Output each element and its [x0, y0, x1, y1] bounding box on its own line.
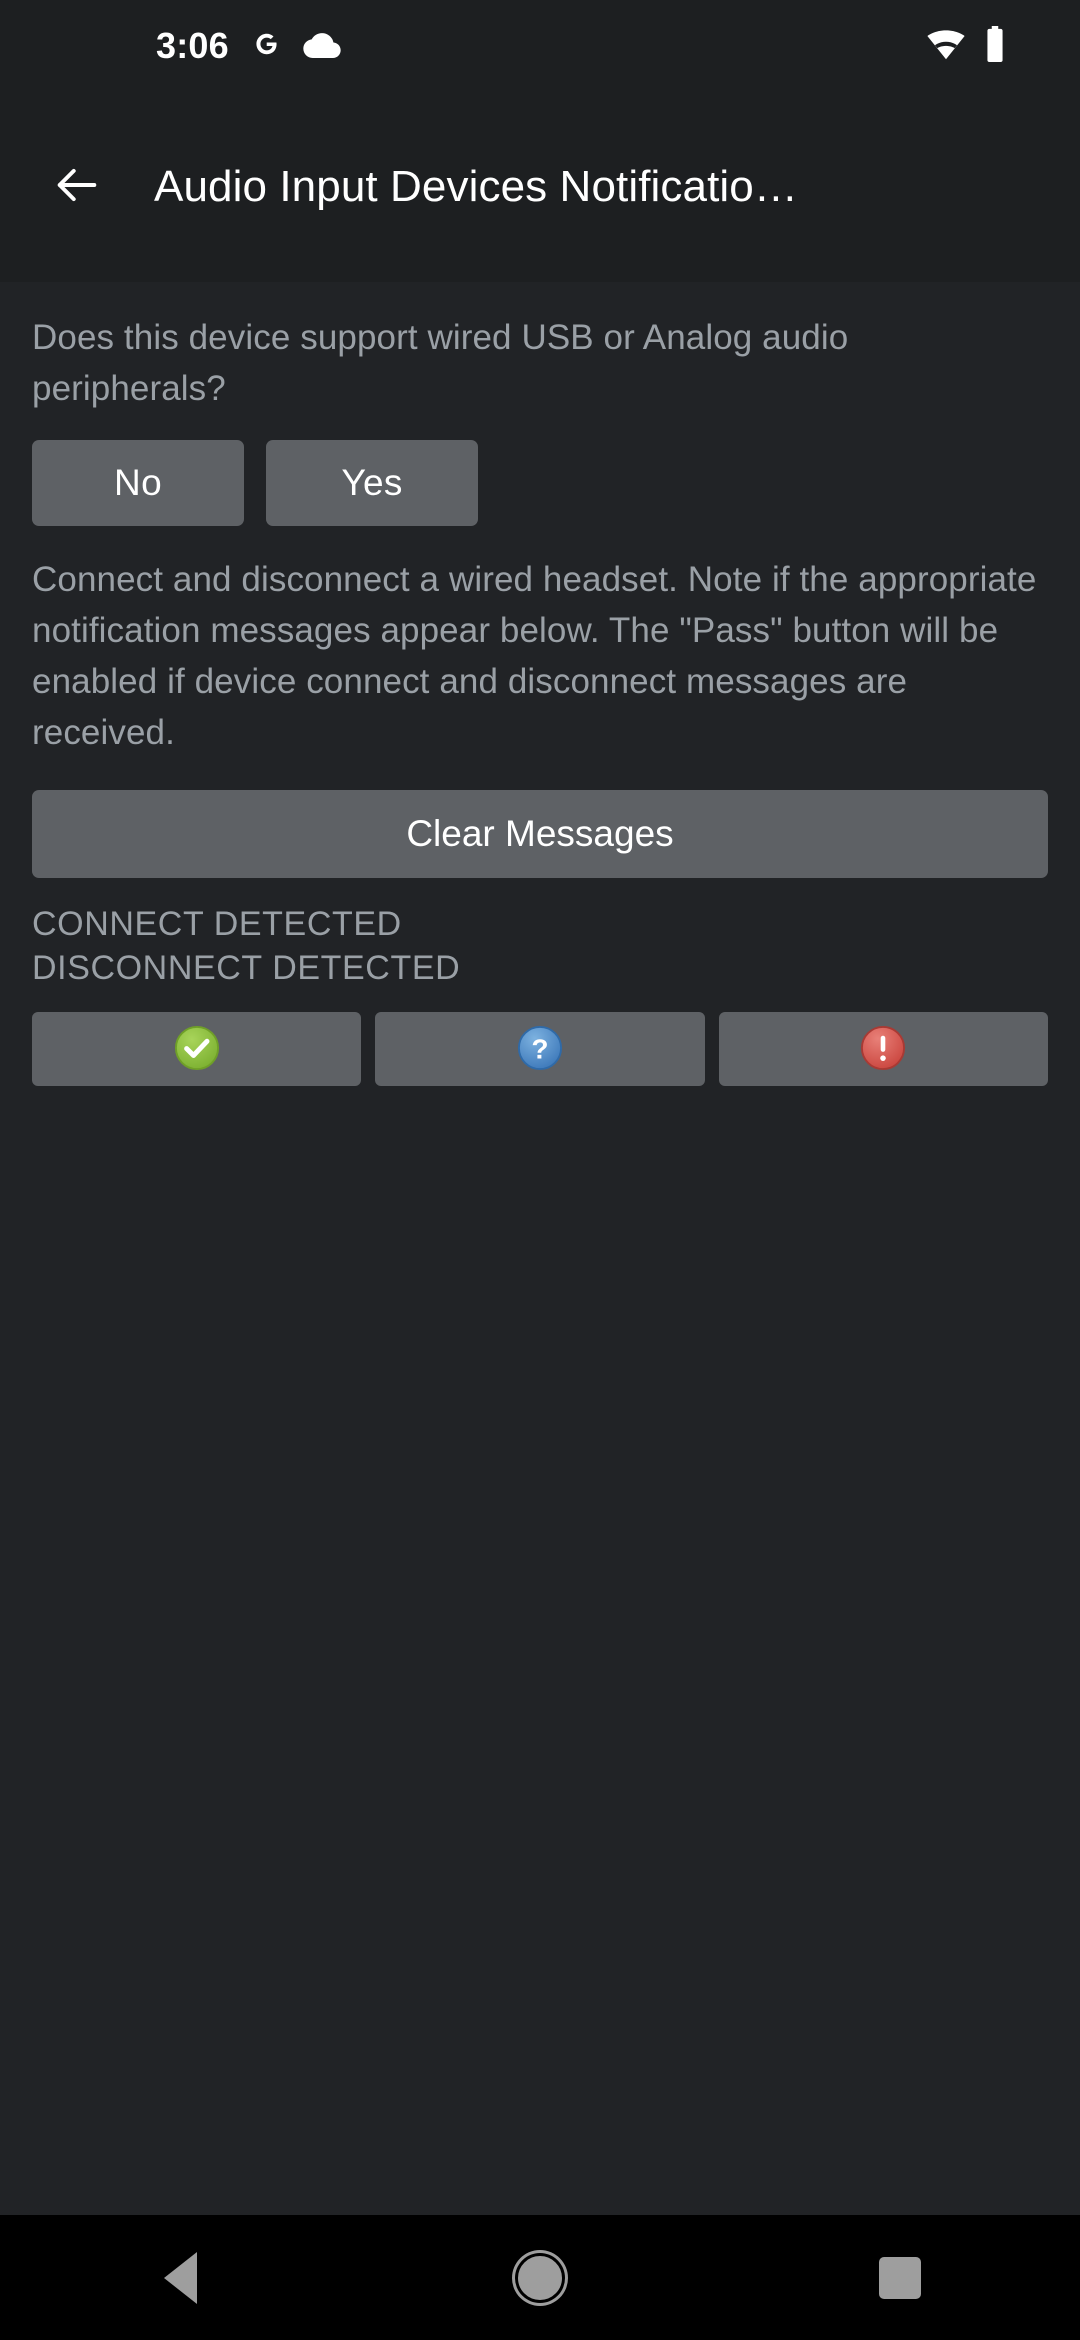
back-arrow-icon: [51, 159, 103, 216]
status-bar-clock: 3:06: [156, 25, 229, 66]
nav-recents-button[interactable]: [810, 2215, 990, 2340]
square-recents-icon: [879, 2256, 921, 2299]
status-message-list: CONNECT DETECTED DISCONNECT DETECTED: [32, 902, 1048, 990]
triangle-back-icon: [163, 2251, 197, 2304]
question-text: Does this device support wired USB or An…: [32, 318, 849, 408]
wifi-icon: [926, 28, 966, 65]
phone-screen: 3:06 Audio Input Devices Notificatio… Do…: [0, 0, 1080, 2340]
disconnect-detected-label: DISCONNECT DETECTED: [32, 949, 461, 987]
status-bar-right: [926, 25, 1036, 67]
clear-messages-button[interactable]: Clear Messages: [32, 790, 1048, 878]
svg-text:?: ?: [531, 1033, 548, 1064]
instruction-text: Connect and disconnect a wired headset. …: [32, 560, 1037, 752]
cloud-icon: [303, 30, 341, 63]
check-circle-icon: [174, 1025, 220, 1074]
fail-button[interactable]: [718, 1012, 1048, 1086]
battery-icon: [984, 25, 1006, 67]
yes-button[interactable]: Yes: [266, 440, 478, 526]
result-button-row: ?: [32, 1012, 1048, 1086]
no-button[interactable]: No: [32, 440, 244, 526]
circle-home-icon: [518, 2255, 562, 2300]
app-bar: Audio Input Devices Notificatio…: [0, 92, 1080, 282]
status-bar: 3:06: [0, 0, 1080, 92]
exclamation-circle-icon: [860, 1025, 906, 1074]
nav-home-button[interactable]: [450, 2215, 630, 2340]
info-button[interactable]: ?: [375, 1012, 705, 1086]
google-g-icon: [249, 27, 283, 66]
question-circle-icon: ?: [517, 1025, 563, 1074]
status-bar-left: 3:06: [156, 27, 341, 66]
connect-detected-label: CONNECT DETECTED: [32, 905, 402, 943]
pass-button[interactable]: [32, 1012, 362, 1086]
nav-back-button[interactable]: [90, 2215, 270, 2340]
answer-button-row: No Yes: [32, 440, 1048, 526]
main-content: Does this device support wired USB or An…: [0, 282, 1080, 2215]
back-button[interactable]: [22, 132, 132, 242]
navigation-bar: [0, 2215, 1080, 2340]
page-title: Audio Input Devices Notificatio…: [154, 162, 798, 211]
